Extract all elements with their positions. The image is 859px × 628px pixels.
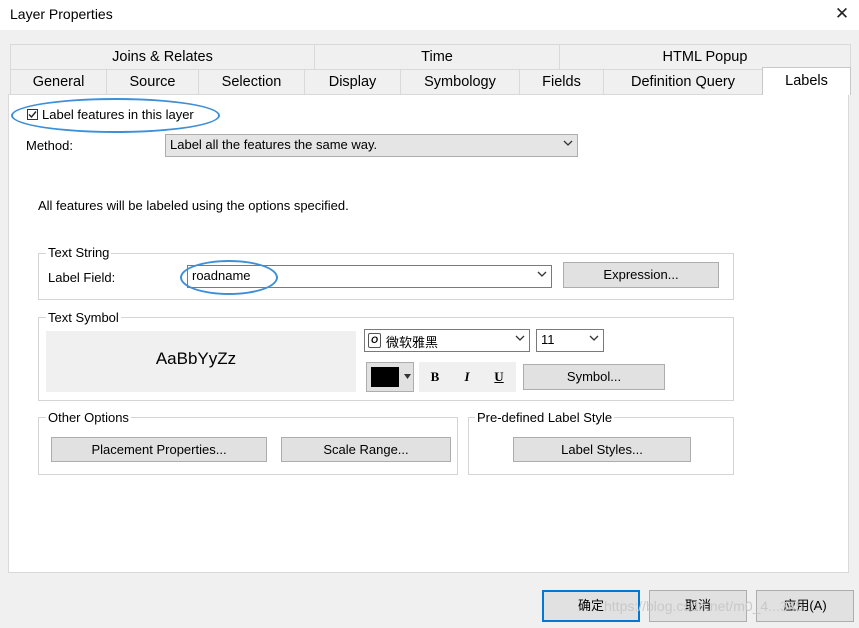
tab-selection[interactable]: Selection	[198, 69, 305, 94]
tab-display[interactable]: Display	[304, 69, 401, 94]
text-symbol-group-label: Text Symbol	[46, 310, 121, 325]
text-string-group-label: Text String	[46, 245, 112, 260]
predefined-style-group-label: Pre-defined Label Style	[475, 410, 615, 425]
symbol-button[interactable]: Symbol...	[523, 364, 665, 390]
underline-button[interactable]: U	[489, 367, 509, 387]
method-value: Label all the features the same way.	[170, 137, 378, 152]
tab-html-popup[interactable]: HTML Popup	[559, 44, 851, 69]
window-title: Layer Properties	[10, 6, 113, 22]
placement-properties-button[interactable]: Placement Properties...	[51, 437, 267, 462]
font-dropdown[interactable]: O 微软雅黑	[364, 329, 530, 352]
bold-button[interactable]: B	[425, 367, 445, 387]
tab-general[interactable]: General	[10, 69, 107, 94]
tab-definition-query[interactable]: Definition Query	[603, 69, 763, 94]
label-field-label: Label Field:	[48, 270, 116, 285]
chevron-down-icon	[563, 140, 573, 146]
font-type-icon: O	[368, 333, 381, 348]
other-options-group-label: Other Options	[46, 410, 131, 425]
highlight-ellipse-checkbox	[11, 98, 220, 133]
close-icon[interactable]: ✕	[830, 2, 854, 26]
tab-fields[interactable]: Fields	[519, 69, 604, 94]
caret-down-icon	[404, 374, 411, 379]
chevron-down-icon	[537, 271, 547, 277]
expression-button[interactable]: Expression...	[563, 262, 719, 288]
tab-source[interactable]: Source	[106, 69, 199, 94]
chevron-down-icon	[589, 335, 599, 341]
label-styles-button[interactable]: Label Styles...	[513, 437, 691, 462]
scale-range-button[interactable]: Scale Range...	[281, 437, 451, 462]
tab-labels[interactable]: Labels	[762, 67, 851, 95]
highlight-ellipse-field	[180, 260, 278, 295]
tab-time[interactable]: Time	[314, 44, 560, 69]
tab-symbology[interactable]: Symbology	[400, 69, 520, 94]
chevron-down-icon	[515, 335, 525, 341]
font-size-value: 11	[541, 332, 555, 347]
title-bar	[0, 0, 859, 30]
description-text: All features will be labeled using the o…	[38, 198, 349, 213]
font-value: 微软雅黑	[386, 335, 439, 350]
method-label: Method:	[26, 138, 73, 153]
preview-text: AaBbYyZz	[155, 349, 237, 368]
color-picker[interactable]	[366, 362, 414, 392]
tab-joins-relates[interactable]: Joins & Relates	[10, 44, 315, 69]
color-swatch	[371, 367, 399, 387]
watermark-text: https://blog.csdn.net/m0_4...345	[604, 598, 804, 614]
method-dropdown[interactable]: Label all the features the same way.	[165, 134, 578, 157]
italic-button[interactable]: I	[457, 367, 477, 387]
font-size-dropdown[interactable]: 11	[536, 329, 604, 352]
